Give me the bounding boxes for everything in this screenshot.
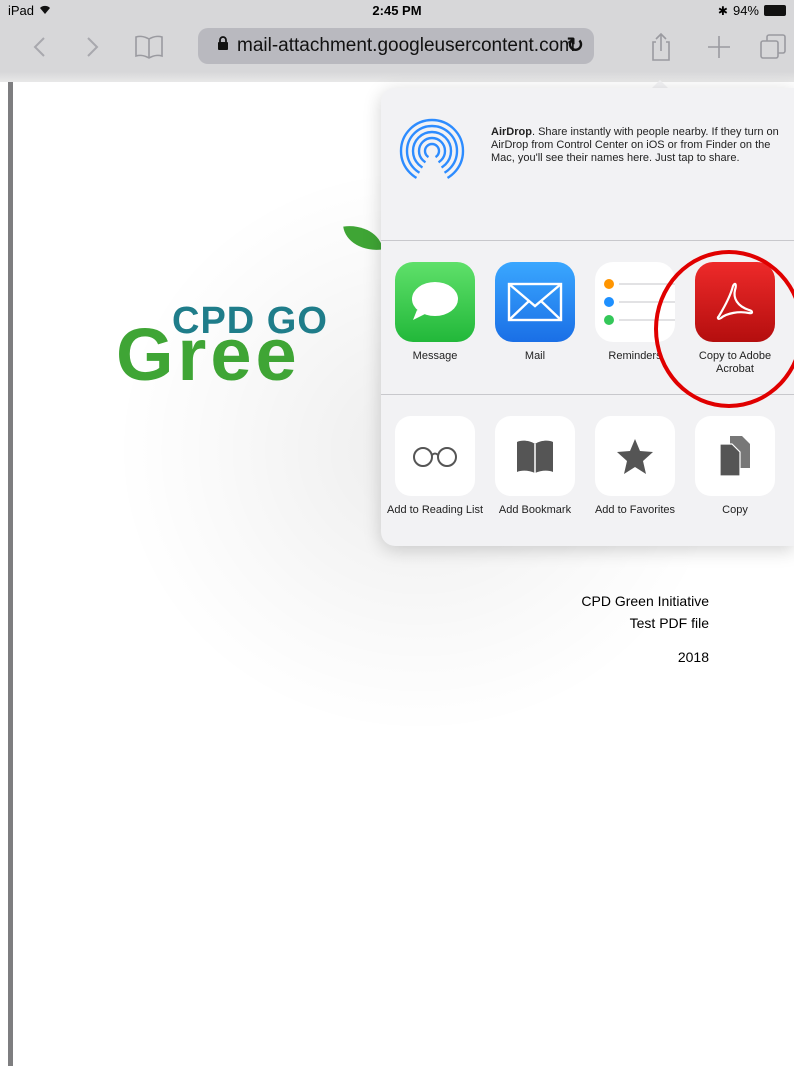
action-label: Add Bookmark [498,504,572,516]
separator [381,240,794,241]
document-year: 2018 [677,649,709,665]
document-text: CPD Green Initiative Test PDF file [581,590,709,634]
airdrop-desc-text: . Share instantly with people nearby. If… [491,126,779,164]
lock-icon [217,35,229,57]
airdrop-description: AirDrop. Share instantly with people nea… [491,126,781,165]
battery-percent: 94% [732,3,759,18]
action-copy[interactable]: Copy [687,416,783,517]
copy-icon [695,416,775,496]
toolbar-divider [0,72,794,82]
app-label: Message [412,350,458,362]
tabs-icon [760,34,786,59]
plus-icon [708,36,730,58]
airdrop-section[interactable]: AirDrop. Share instantly with people nea… [381,88,794,240]
document-line-1: CPD Green Initiative [581,593,709,609]
status-time: 2:45 PM [372,3,422,18]
browser-toolbar: mail-attachment.googleusercontent.com ↻ [0,22,794,72]
reload-icon[interactable]: ↻ [566,33,584,58]
book-icon [135,35,163,59]
chevron-right-icon [87,37,99,57]
action-label: Add to Favorites [594,504,676,516]
highlight-circle [654,250,794,408]
bookmarks-button[interactable] [132,30,166,64]
status-bar: iPad 2:45 PM ✱ 94% [0,0,794,22]
bookmark-icon [495,416,575,496]
action-add-favorites[interactable]: Add to Favorites [587,416,683,517]
back-button[interactable] [22,30,56,64]
share-app-message[interactable]: Message [387,262,483,363]
battery-icon [764,5,786,16]
url-text: mail-attachment.googleusercontent.com [237,35,575,56]
logo-cpd-text: CPD GO [172,300,328,342]
airdrop-icon [399,118,465,184]
reading-list-icon [395,416,475,496]
new-tab-button[interactable] [702,30,736,64]
status-right: ✱ 94% [718,3,786,18]
action-add-bookmark[interactable]: Add Bookmark [487,416,583,517]
action-label: Copy [722,504,748,516]
bluetooth-icon: ✱ [717,3,728,18]
mail-icon [495,262,575,342]
message-icon [395,262,475,342]
address-bar[interactable]: mail-attachment.googleusercontent.com ↻ [198,28,594,64]
airdrop-title: AirDrop [491,126,532,138]
chevron-left-icon [33,37,45,57]
favorites-star-icon [595,416,675,496]
action-label: Add to Reading List [387,504,484,516]
forward-button[interactable] [76,30,110,64]
app-label: Mail [524,350,546,362]
share-icon [652,32,670,61]
document-line-2: Test PDF file [629,615,709,631]
action-add-reading-list[interactable]: Add to Reading List [387,416,483,517]
share-button[interactable] [644,30,678,64]
share-app-mail[interactable]: Mail [487,262,583,363]
tabs-button[interactable] [756,30,790,64]
